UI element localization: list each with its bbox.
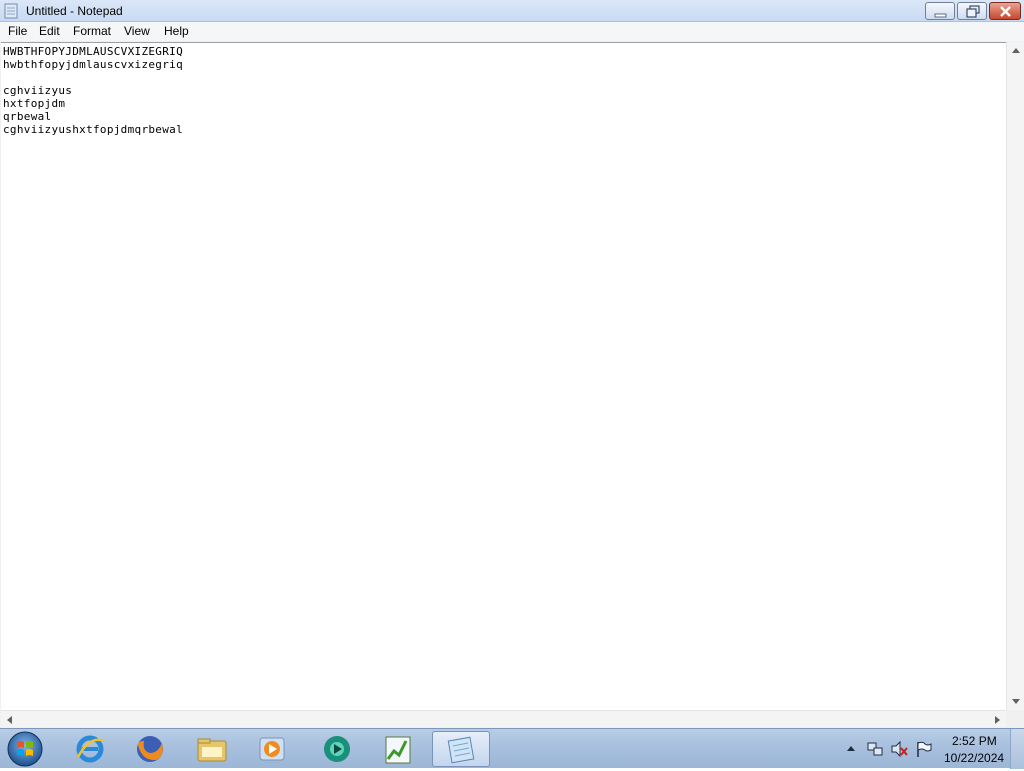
- menu-help[interactable]: Help: [162, 24, 191, 38]
- internet-explorer-icon: [76, 735, 105, 763]
- size-grip[interactable]: [1006, 710, 1024, 727]
- scroll-left-arrow-icon[interactable]: [1, 711, 18, 728]
- editor-line: HWBTHFOPYJDMLAUSCVXIZEGRIQ: [3, 45, 183, 58]
- volume-muted-icon[interactable]: [890, 740, 908, 758]
- text-editor-area[interactable]: HWBTHFOPYJDMLAUSCVXIZEGRIQ hwbthfopyjdml…: [1, 42, 1006, 710]
- restore-icon: [966, 5, 980, 18]
- menu-format[interactable]: Format: [71, 24, 113, 38]
- action-center-flag-icon[interactable]: [914, 740, 932, 758]
- close-icon: [1000, 6, 1011, 17]
- media-player-icon: [259, 737, 285, 761]
- chart-app-icon: [385, 736, 411, 764]
- editor-line: cghviizyushxtfopjdmqrbewal: [3, 123, 183, 136]
- taskbar-explorer[interactable]: [184, 731, 240, 767]
- firefox-icon: [137, 736, 163, 762]
- clock-time[interactable]: 2:52 PM: [952, 734, 997, 748]
- network-icon[interactable]: [866, 740, 884, 758]
- menu-edit[interactable]: Edit: [37, 24, 62, 38]
- menu-view[interactable]: View: [122, 24, 152, 38]
- menu-bar: File Edit Format View Help: [0, 22, 1024, 41]
- editor-text: HWBTHFOPYJDMLAUSCVXIZEGRIQ hwbthfopyjdml…: [3, 45, 183, 136]
- window-title: Untitled - Notepad: [26, 4, 123, 18]
- show-hidden-icons-icon[interactable]: [845, 743, 857, 755]
- taskbar-chart-app[interactable]: [370, 731, 426, 767]
- scroll-down-arrow-icon[interactable]: [1007, 693, 1024, 710]
- editor-line: qrbewal: [3, 110, 52, 123]
- minimize-button[interactable]: [925, 2, 955, 20]
- title-bar[interactable]: Untitled - Notepad: [0, 0, 1024, 22]
- browser-app-icon: [324, 736, 350, 762]
- taskbar-browser-app[interactable]: [308, 731, 364, 767]
- show-desktop-button[interactable]: [1010, 729, 1024, 769]
- menu-file[interactable]: File: [6, 24, 29, 38]
- scroll-up-arrow-icon[interactable]: [1007, 42, 1024, 59]
- vertical-scrollbar[interactable]: [1006, 42, 1024, 710]
- taskbar-notepad-active[interactable]: [432, 731, 490, 767]
- taskbar-ie[interactable]: [62, 731, 118, 767]
- horizontal-scrollbar[interactable]: [1, 710, 1006, 727]
- clock-date[interactable]: 10/22/2024: [944, 751, 1004, 765]
- minimize-icon: [934, 13, 947, 18]
- notepad-icon: [447, 736, 475, 764]
- notepad-window: Untitled - Notepad File Edit Format View…: [0, 0, 1024, 728]
- restore-button[interactable]: [957, 2, 987, 20]
- taskbar-media-player[interactable]: [244, 731, 300, 767]
- editor-line: hwbthfopyjdmlauscvxizegriq: [3, 58, 183, 71]
- scroll-right-arrow-icon[interactable]: [989, 711, 1006, 728]
- editor-line: hxtfopjdm: [3, 97, 66, 110]
- notepad-app-icon: [4, 3, 18, 19]
- taskbar: 2:52 PM 10/22/2024: [0, 728, 1024, 769]
- file-explorer-icon: [197, 738, 227, 762]
- taskbar-firefox[interactable]: [122, 731, 178, 767]
- start-button-icon[interactable]: [6, 730, 44, 768]
- close-button[interactable]: [989, 2, 1021, 20]
- editor-line: cghviizyus: [3, 84, 73, 97]
